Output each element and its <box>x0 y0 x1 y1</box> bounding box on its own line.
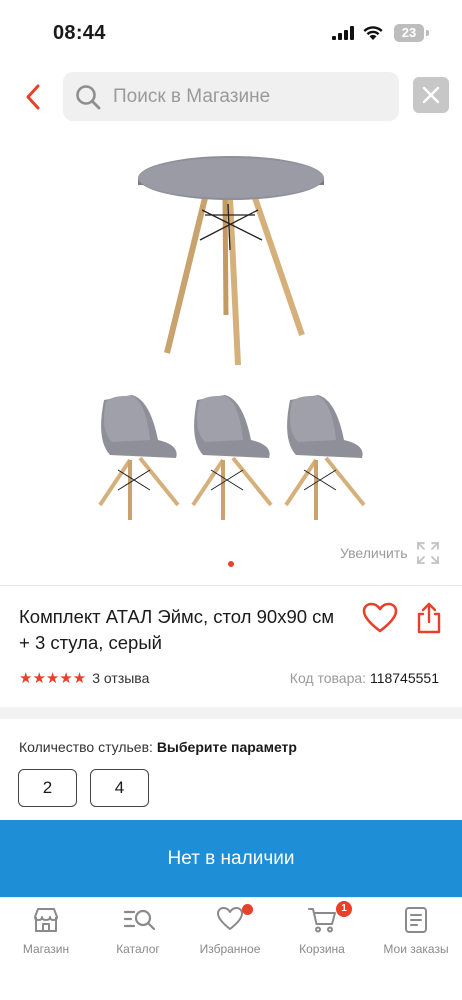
divider <box>0 585 462 586</box>
share-button[interactable] <box>414 601 444 635</box>
share-icon <box>417 602 441 634</box>
favorites-badge-dot <box>242 904 253 915</box>
chair-illustration-3 <box>284 395 366 520</box>
tab-label: Каталог <box>116 942 160 956</box>
search-bar[interactable] <box>63 72 399 121</box>
option-name: Количество стульев: <box>19 739 157 755</box>
tab-label: Магазин <box>22 942 70 956</box>
sku-label: Код товара: <box>289 670 370 686</box>
tab-label: Избранное <box>199 942 261 956</box>
product-image <box>98 156 366 520</box>
option-chairs-2[interactable]: 2 <box>18 769 77 807</box>
expand-icon <box>416 542 439 564</box>
battery-icon: 23 <box>394 24 424 42</box>
option-label: Количество стульев: Выберите параметр <box>19 739 297 755</box>
tab-cart[interactable]: 1 Корзина <box>276 901 368 956</box>
cart-count-badge: 1 <box>336 901 352 917</box>
status-bar: 08:44 23 <box>0 0 462 64</box>
store-icon <box>32 906 60 934</box>
close-icon <box>422 86 440 104</box>
orders-icon <box>402 906 430 934</box>
rating: ★★★★★ 3 отзыва <box>19 669 149 687</box>
sku-value: 118745551 <box>369 670 439 686</box>
cart-icon: 1 <box>308 901 352 934</box>
battery-tip <box>426 30 429 36</box>
chair-illustration-1 <box>98 395 180 520</box>
zoom-button[interactable]: Увеличить <box>340 541 440 565</box>
option-value: Выберите параметр <box>156 739 297 755</box>
tab-store[interactable]: Магазин <box>0 906 92 956</box>
search-input[interactable] <box>113 85 383 108</box>
table-illustration <box>138 156 324 366</box>
reviews-link[interactable]: 3 отзыва <box>92 670 149 686</box>
product-title: Комплект АТАЛ Эймс, стол 90х90 см + 3 ст… <box>19 606 335 653</box>
option-chairs-4[interactable]: 4 <box>90 769 149 807</box>
rating-stars: ★★★★★ <box>19 670 87 687</box>
section-separator <box>0 707 462 719</box>
tab-favorites[interactable]: Избранное <box>184 904 276 956</box>
favorite-button[interactable] <box>362 602 398 636</box>
search-icon <box>73 82 103 112</box>
tab-catalog[interactable]: Каталог <box>92 906 184 956</box>
heart-icon <box>362 602 398 633</box>
close-search-button[interactable] <box>413 77 449 113</box>
cellular-signal-icon <box>332 26 354 40</box>
out-of-stock-button[interactable]: Нет в наличии <box>0 820 462 897</box>
chair-illustration-2 <box>191 395 273 520</box>
wifi-icon <box>363 26 383 40</box>
heart-icon <box>216 904 253 934</box>
tab-label: Корзина <box>299 942 345 956</box>
carousel-dot-active[interactable] <box>228 561 234 567</box>
status-time: 08:44 <box>53 22 106 44</box>
bottom-tab-bar: Магазин Каталог Избранное 1 Корзина Мои … <box>0 897 462 1000</box>
tab-label: Мои заказы <box>383 942 449 956</box>
chevron-left-icon <box>26 84 40 110</box>
catalog-search-icon <box>123 906 156 934</box>
product-sku: Код товара: 118745551 <box>290 670 439 686</box>
tab-orders[interactable]: Мои заказы <box>370 906 462 956</box>
zoom-label: Увеличить <box>340 545 408 561</box>
back-button[interactable] <box>18 80 48 114</box>
product-image-gallery[interactable] <box>0 140 462 580</box>
